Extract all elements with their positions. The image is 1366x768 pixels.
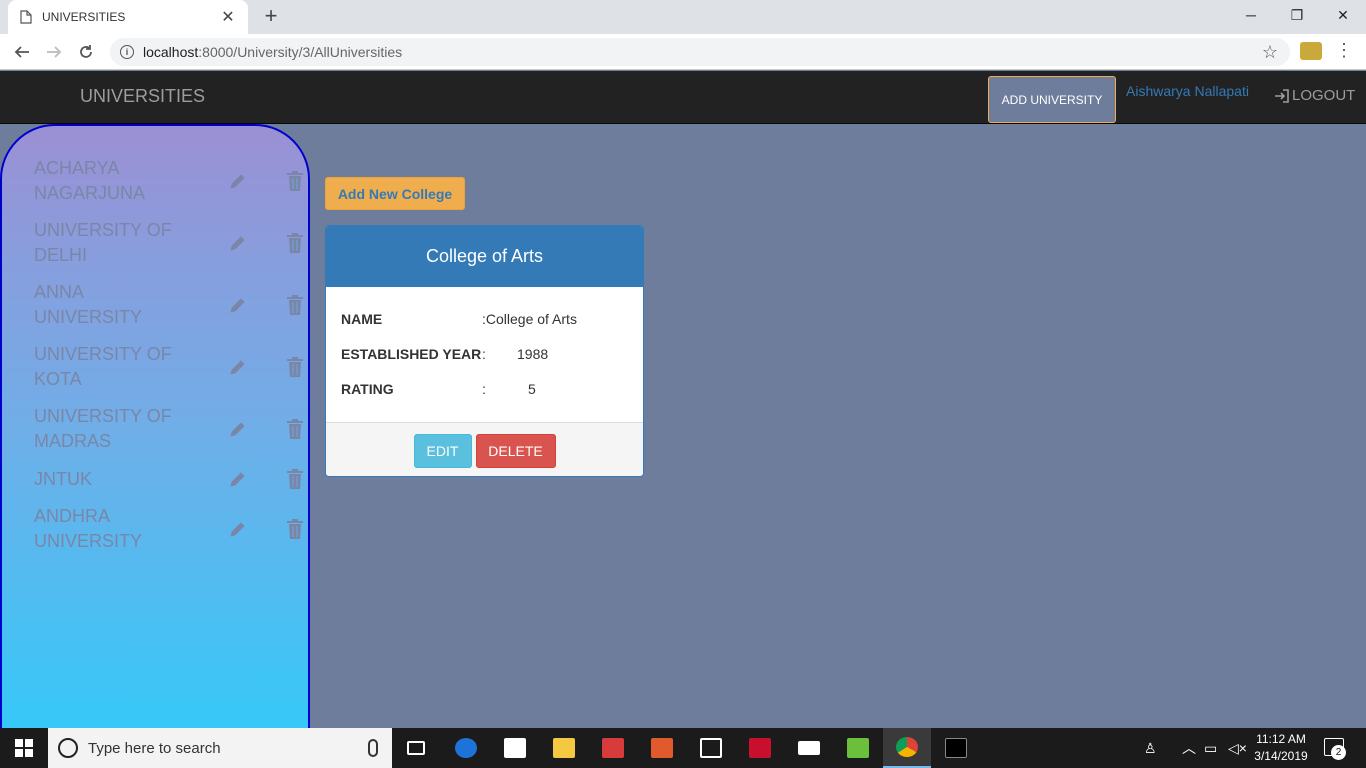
brand-title[interactable]: UNIVERSITIES [80, 86, 205, 107]
restore-icon[interactable]: ❐ [1274, 0, 1320, 30]
back-icon[interactable] [10, 40, 34, 64]
college-card-title: College of Arts [326, 226, 643, 287]
university-name[interactable]: UNIVERSITY OF KOTA [34, 342, 184, 392]
windows-start-icon[interactable] [0, 728, 48, 768]
trash-icon[interactable] [286, 294, 304, 316]
edit-college-button[interactable]: EDIT [413, 433, 472, 468]
list-item: JNTUK [34, 460, 312, 498]
college-card-footer: EDIT DELETE [326, 422, 643, 476]
add-new-college-button[interactable]: Add New College [325, 177, 465, 210]
university-sidebar: ACHARYA NAGARJUNA UNIVERSITY OF DELHI ANNA… [0, 124, 310, 728]
established-year-value: 1988 [517, 346, 549, 362]
list-item: ANDHRA UNIVERSITY [34, 498, 312, 560]
trash-icon[interactable] [286, 418, 304, 440]
microphone-icon[interactable] [368, 739, 378, 757]
trash-icon[interactable] [286, 170, 304, 192]
trash-icon[interactable] [286, 468, 304, 490]
notification-count-badge: 2 [1331, 745, 1346, 760]
browser-tab[interactable]: UNIVERSITIES ✕ [8, 0, 248, 34]
bookmark-star-icon[interactable]: ☆ [1262, 42, 1278, 63]
pencil-icon[interactable] [228, 469, 248, 489]
rating-label: RATING [341, 381, 394, 397]
task-view-icon[interactable] [392, 728, 440, 768]
name-label: NAME [341, 311, 383, 327]
windows-taskbar: Type here to search ♙ ︿ ▭ ◁× 11:12 AM 3/… [0, 728, 1366, 768]
trash-icon[interactable] [286, 356, 304, 378]
page-icon [20, 10, 32, 24]
terminal-icon[interactable] [932, 728, 980, 768]
established-year-colon: : [482, 346, 486, 362]
logout-icon [1275, 88, 1289, 103]
pencil-icon[interactable] [228, 357, 248, 377]
logout-label: LOGOUT [1292, 87, 1356, 104]
university-name[interactable]: ACHARYA NAGARJUNA [34, 156, 184, 206]
pencil-icon[interactable] [228, 171, 248, 191]
logout-link[interactable]: LOGOUT [1274, 87, 1355, 104]
list-item: ANNA UNIVERSITY [34, 274, 312, 336]
edge-icon[interactable] [442, 728, 490, 768]
app-icon[interactable] [638, 728, 686, 768]
store-icon[interactable] [491, 728, 539, 768]
university-name[interactable]: ANNA UNIVERSITY [34, 280, 184, 330]
mail-icon[interactable] [785, 728, 833, 768]
pencil-icon[interactable] [228, 295, 248, 315]
browser-menu-icon[interactable]: ⋮ [1335, 40, 1353, 61]
close-tab-icon[interactable]: ✕ [220, 7, 236, 27]
people-icon[interactable]: ♙ [1144, 728, 1157, 768]
address-bar[interactable]: i localhost:8000/University/3/AllUnivers… [110, 38, 1290, 66]
new-tab-icon[interactable]: + [260, 5, 282, 27]
college-card: College of Arts NAME :College of Arts ES… [325, 225, 644, 477]
list-item: UNIVERSITY OF KOTA [34, 336, 312, 398]
university-name[interactable]: UNIVERSITY OF MADRAS [34, 404, 184, 454]
university-name[interactable]: JNTUK [34, 467, 184, 492]
pencil-icon[interactable] [228, 519, 248, 539]
name-value: :College of Arts [482, 311, 577, 327]
user-name-link[interactable]: Aishwarya Nallapati [1126, 83, 1249, 99]
list-item: UNIVERSITY OF DELHI [34, 212, 312, 274]
pencil-icon[interactable] [228, 419, 248, 439]
pencil-icon[interactable] [228, 233, 248, 253]
reload-icon[interactable] [74, 40, 98, 64]
cortana-icon [58, 738, 78, 758]
university-name[interactable]: ANDHRA UNIVERSITY [34, 504, 184, 554]
file-explorer-icon[interactable] [540, 728, 588, 768]
sheets-icon[interactable] [834, 728, 882, 768]
tab-title: UNIVERSITIES [42, 10, 126, 24]
trash-icon[interactable] [286, 232, 304, 254]
mcafee-icon[interactable] [736, 728, 784, 768]
delete-college-button[interactable]: DELETE [475, 433, 556, 468]
taskbar-search-placeholder: Type here to search [88, 739, 221, 757]
chevron-up-icon[interactable]: ︿ [1182, 728, 1196, 768]
chrome-icon[interactable] [883, 728, 931, 768]
volume-muted-icon[interactable]: ◁× [1228, 728, 1247, 768]
taskbar-search-box[interactable]: Type here to search [48, 728, 392, 768]
window-close-icon[interactable]: ✕ [1320, 0, 1366, 30]
established-year-label: ESTABLISHED YEAR [341, 346, 482, 362]
app-navbar: UNIVERSITIES ADD UNIVERSITY Aishwarya Na… [0, 71, 1366, 124]
add-university-button[interactable]: ADD UNIVERSITY [988, 76, 1116, 123]
clock-time: 11:12 AM [1256, 732, 1306, 746]
list-item: UNIVERSITY OF MADRAS [34, 398, 312, 460]
browser-toolbar: i localhost:8000/University/3/AllUnivers… [0, 34, 1366, 70]
extension-icon[interactable] [1300, 42, 1322, 60]
taskbar-clock[interactable]: 11:12 AM 3/14/2019 [1252, 731, 1310, 765]
university-name[interactable]: UNIVERSITY OF DELHI [34, 218, 184, 268]
college-card-body: NAME :College of Arts ESTABLISHED YEAR :… [326, 287, 643, 422]
url-text: localhost:8000/University/3/AllUniversit… [143, 44, 403, 60]
list-item: ACHARYA NAGARJUNA [34, 150, 312, 212]
forward-icon[interactable] [42, 40, 66, 64]
browser-tab-strip: UNIVERSITIES ✕ + ─ ❐ ✕ [0, 0, 1366, 34]
clock-date: 3/14/2019 [1254, 749, 1308, 763]
battery-icon[interactable]: ▭ [1204, 728, 1217, 768]
info-icon[interactable]: i [120, 45, 134, 59]
university-list: ACHARYA NAGARJUNA UNIVERSITY OF DELHI ANNA… [34, 150, 312, 560]
rating-value: 5 [528, 381, 536, 397]
news-icon[interactable] [687, 728, 735, 768]
trash-icon[interactable] [286, 518, 304, 540]
rating-colon: : [482, 381, 486, 397]
minimize-icon[interactable]: ─ [1228, 0, 1274, 30]
reader-icon[interactable] [589, 728, 637, 768]
